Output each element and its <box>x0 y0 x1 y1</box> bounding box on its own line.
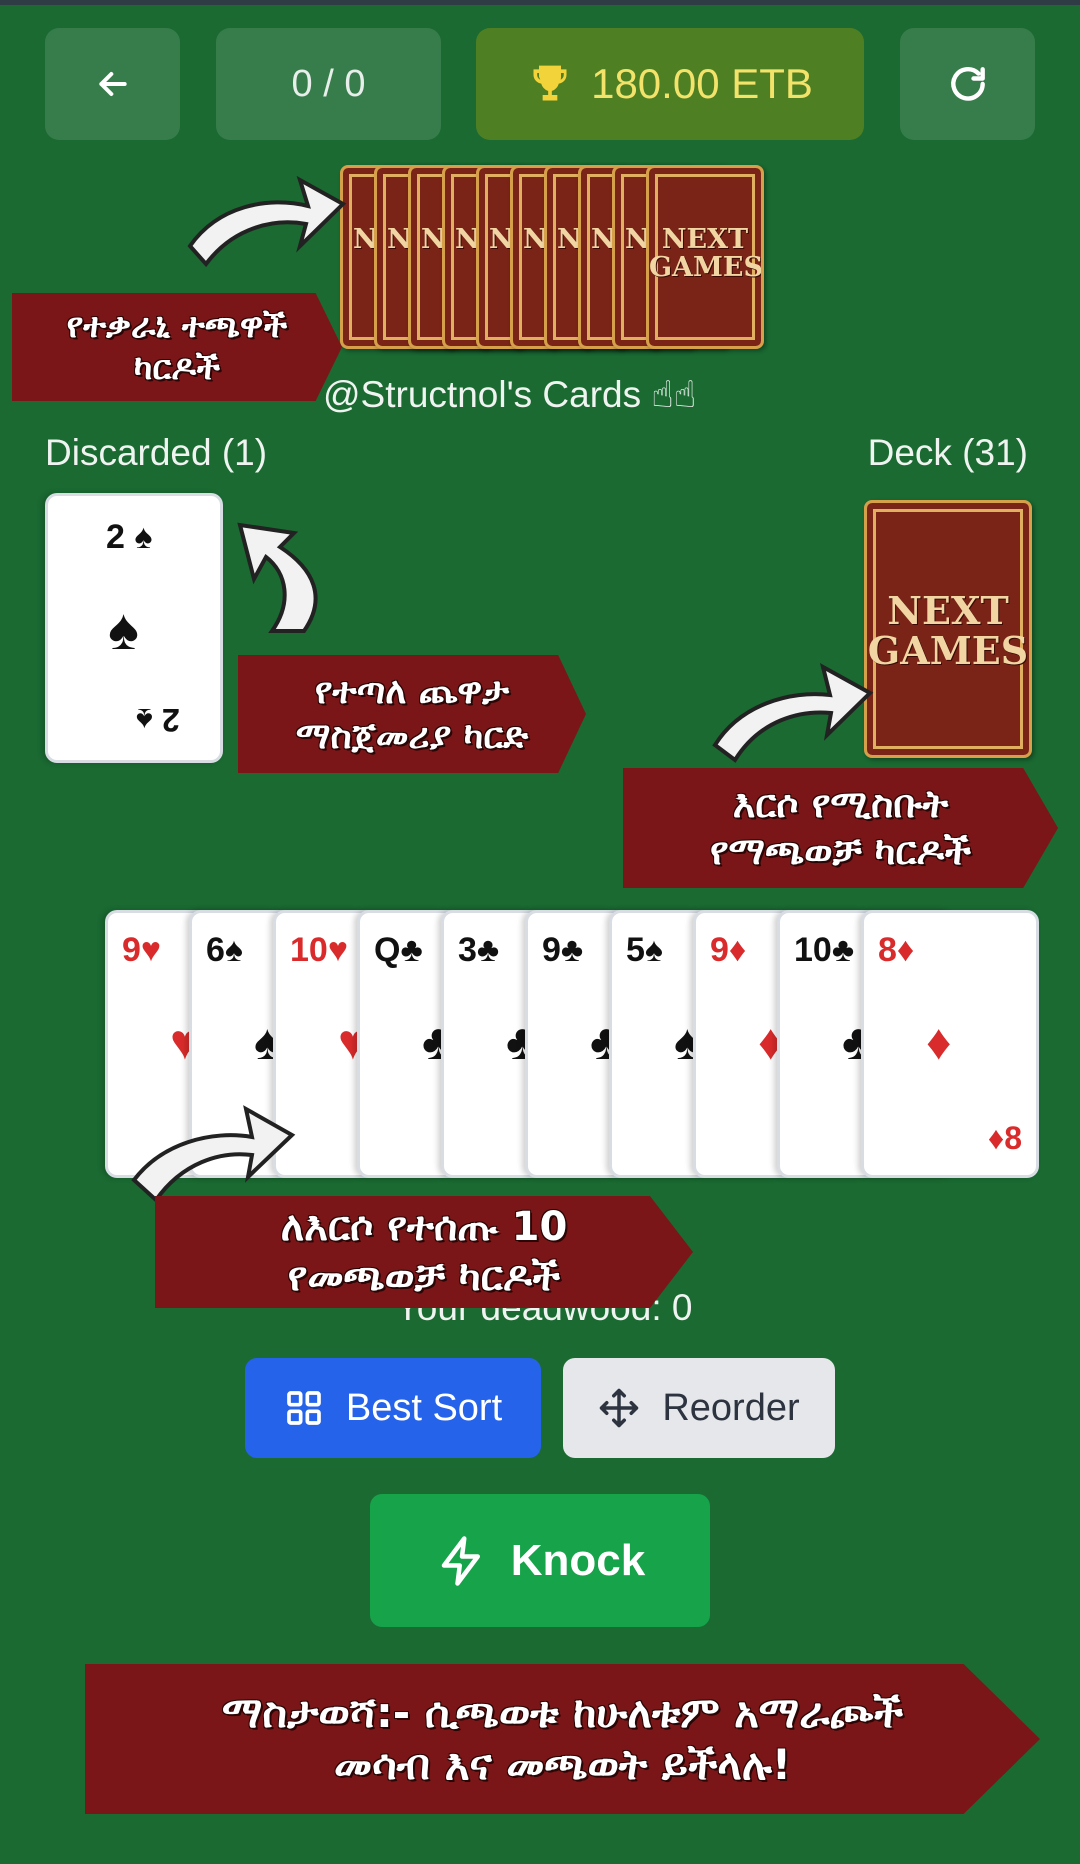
card-rank: 5 <box>626 931 645 969</box>
card-suit: ♣ <box>560 931 584 969</box>
refresh-button[interactable] <box>900 28 1035 140</box>
card-suit: ♠ <box>644 931 663 969</box>
draw-cards-banner: እርሶ የሚስቡት የማጫወቻ ካርዶች <box>623 768 1058 888</box>
card-corner: 5♠ <box>626 931 663 970</box>
curved-arrow-icon <box>237 522 318 633</box>
card-rank: 3 <box>458 931 477 969</box>
move-icon <box>600 1388 639 1428</box>
curved-arrow-icon <box>712 663 874 763</box>
banner-line: መሳብ እና መጫወት ይችላሉ! <box>333 1740 792 1789</box>
banner-line: ካርዶች <box>133 348 221 388</box>
card-rank: 9 <box>710 931 729 969</box>
card-rank: 8 <box>878 931 897 969</box>
card-suit: ♦ <box>728 931 747 969</box>
card-corner: 9♣ <box>542 931 583 970</box>
best-sort-button[interactable]: Best Sort <box>245 1358 541 1458</box>
tip-banner: ማስታወሻ:- ሲጫወቱ ከሁለቱም አማራጮች መሳብ እና መጫወት ይችላ… <box>85 1664 1040 1814</box>
banner-line: እርሶ የሚስቡት <box>732 781 949 826</box>
card-suit: ♦ <box>987 1120 1005 1156</box>
card-suit: ♥ <box>327 931 349 969</box>
banner-line: የማጫወቻ ካርዶች <box>709 829 972 873</box>
knock-label: Knock <box>510 1535 646 1585</box>
card-rank: 10 <box>794 931 832 969</box>
card-rank: 8 <box>1004 1120 1022 1156</box>
grid-icon <box>287 1391 321 1425</box>
banner-line: ማስታወሻ:- ሲጫወቱ ከሁለቱም አማራጮች <box>221 1687 904 1737</box>
card-corner: 9♥ <box>122 931 161 970</box>
card-suit: ♥ <box>140 931 162 969</box>
arrow-left-icon <box>98 72 127 96</box>
top-edge <box>0 0 1080 5</box>
card-suit: ♣ <box>831 931 855 969</box>
card-rank: 9 <box>542 931 561 969</box>
banner-line: የመጫወቻ ካርዶች <box>287 1254 561 1300</box>
logo-line: NEXT <box>887 588 1009 633</box>
your-cards-banner: ለእርሶ የተሰጡ 10 የመጫወቻ ካርዶች <box>155 1196 693 1308</box>
card-rank: 2 <box>106 518 125 556</box>
card-corner: 3♣ <box>458 931 499 970</box>
card-corner: Q♣ <box>374 931 423 970</box>
banner-line: የተቃራኒ ተጫዋች <box>66 305 288 346</box>
card-corner-bottom: ♦8 <box>988 1120 1022 1157</box>
card-rank: 2 <box>162 702 180 738</box>
card-suit: ♠ <box>224 931 243 969</box>
reorder-button[interactable]: Reorder <box>563 1358 835 1458</box>
banner-line: ለእርሶ የተሰጡ 10 <box>280 1204 568 1250</box>
logo-line: NEXT <box>661 224 749 255</box>
card-corner: 9♦ <box>710 931 746 970</box>
best-sort-label: Best Sort <box>345 1386 503 1429</box>
balance-badge: 180.00 ETB <box>476 28 864 140</box>
card-rank: 10 <box>290 931 328 969</box>
hand-card[interactable]: 8♦ ♦ ♦8 <box>861 910 1039 1178</box>
card-corner: 10♣ <box>794 931 854 970</box>
banner-line: ማስጀመሪያ ካርድ <box>295 716 529 757</box>
deck-label: Deck (31) <box>867 432 1028 473</box>
card-back-logo: NEXT GAMES <box>649 224 763 284</box>
card-corner: 2 ♠ <box>106 518 152 557</box>
score-text: 0 / 0 <box>291 62 366 105</box>
refresh-icon <box>950 66 985 101</box>
opponent-label: @Structnol's Cards ☝☝ <box>323 374 697 415</box>
card-corner: 10♥ <box>290 931 348 970</box>
draw-deck[interactable]: NEXT GAMES <box>864 500 1032 758</box>
card-rank: 9 <box>122 931 141 969</box>
reorder-label: Reorder <box>662 1386 800 1429</box>
card-suit: ♣ <box>476 931 500 969</box>
card-center-suit: ♦ <box>926 1014 952 1070</box>
deck-logo-text: NEXT GAMES <box>867 591 1029 671</box>
back-button[interactable] <box>45 28 180 140</box>
balance-text: 180.00 ETB <box>591 60 813 107</box>
card-corner-rotated: 2 ♠ <box>136 701 180 738</box>
card-suit: ♣ <box>400 931 423 969</box>
card-rank: 6 <box>206 931 225 969</box>
curved-arrow-icon <box>187 175 347 268</box>
card-suit: ♠ <box>134 518 153 556</box>
logo-line: GAMES <box>649 252 763 284</box>
score-display: 0 / 0 <box>216 28 441 140</box>
starting-card-banner: የተጣለ ጨዋታ ማስጀመሪያ ካርድ <box>238 655 586 773</box>
curved-arrow-icon <box>131 1105 296 1204</box>
card-corner: 8♦ <box>878 931 914 970</box>
banner-line: የተጣለ ጨዋታ <box>314 671 510 712</box>
trophy-icon <box>533 65 567 101</box>
knock-button[interactable]: Knock <box>370 1494 710 1627</box>
opponent-cards-banner: የተቃራኒ ተጫዋች ካርዶች <box>12 293 342 401</box>
card-center-suit: ♠ <box>108 597 139 662</box>
card-corner: 6♠ <box>206 931 243 970</box>
discarded-label: Discarded (1) <box>45 432 268 473</box>
lightning-icon <box>441 1535 480 1586</box>
discard-pile-card[interactable]: 2 ♠ ♠ 2 ♠ <box>45 493 223 763</box>
card-rank: Q <box>374 931 401 969</box>
card-suit: ♠ <box>136 702 154 738</box>
opponent-card-back: NEXT GAMES <box>646 165 764 349</box>
card-suit: ♦ <box>896 931 915 969</box>
logo-line: GAMES <box>867 627 1029 673</box>
